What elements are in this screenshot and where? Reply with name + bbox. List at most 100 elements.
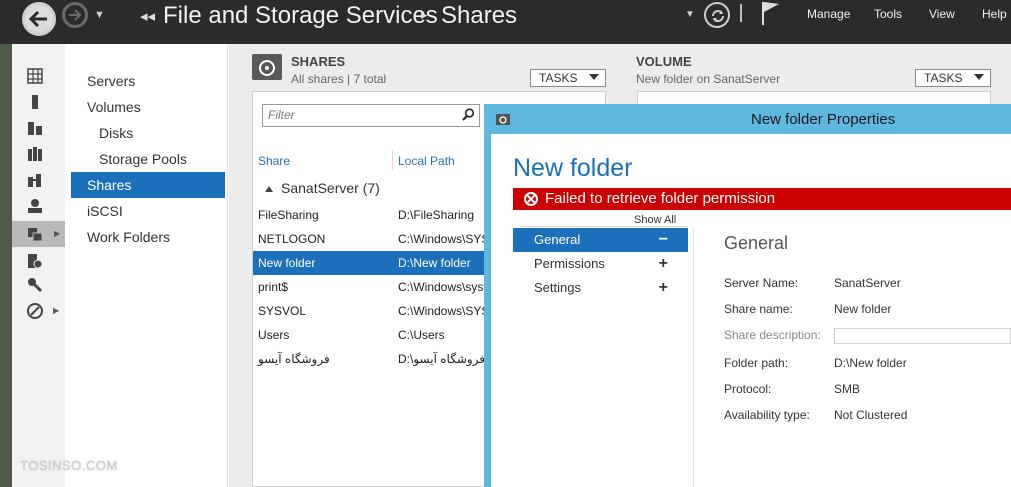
shares-tile-subtitle: All shares | 7 total bbox=[291, 72, 387, 86]
refresh-dropdown-icon[interactable]: ▼ bbox=[685, 9, 695, 20]
share-folder-icon bbox=[259, 60, 275, 76]
back-arrow-icon bbox=[29, 10, 47, 28]
menu-help[interactable]: Help bbox=[982, 7, 1007, 21]
nav-shares[interactable]: Shares bbox=[71, 172, 225, 198]
wsus-icon[interactable] bbox=[27, 303, 43, 319]
local-path-cell: D:\New folder bbox=[398, 256, 471, 270]
share-folder-icon bbox=[496, 114, 510, 125]
filter-input[interactable]: Filter bbox=[262, 104, 480, 127]
volume-tasks-button[interactable]: TASKS bbox=[915, 69, 991, 87]
dialog-title-bar[interactable]: New folder Properties bbox=[491, 104, 1011, 134]
section-settings[interactable]: Settings + bbox=[513, 276, 688, 300]
folder-path-label: Folder path: bbox=[724, 356, 789, 370]
breadcrumb-page: Shares bbox=[441, 2, 518, 29]
divider bbox=[521, 226, 688, 227]
menu-view[interactable]: View bbox=[929, 7, 955, 21]
share-name-label: Share name: bbox=[724, 302, 793, 316]
share-name-cell: FileSharing bbox=[258, 208, 319, 222]
nav-volumes[interactable]: Volumes bbox=[71, 94, 225, 120]
toolbar-divider bbox=[740, 4, 742, 22]
refresh-button[interactable] bbox=[704, 2, 730, 28]
server-group-label: SanatServer (7) bbox=[281, 180, 380, 196]
forward-button[interactable] bbox=[62, 2, 88, 28]
wsus-expand-icon[interactable]: ▶ bbox=[53, 306, 59, 315]
collapse-minus-icon: − bbox=[658, 231, 668, 248]
share-name-cell: SYSVOL bbox=[258, 304, 307, 318]
breadcrumb-back-icon[interactable]: ◂◂ bbox=[140, 7, 155, 25]
ad-ds-icon[interactable] bbox=[27, 146, 43, 162]
nav-iscsi[interactable]: iSCSI bbox=[71, 198, 225, 224]
tools-icon[interactable] bbox=[27, 277, 43, 293]
watermark: TOSINSO.COM bbox=[20, 458, 118, 473]
column-header-share[interactable]: Share bbox=[258, 154, 290, 168]
expand-arrow-icon: ▶ bbox=[54, 229, 61, 238]
share-name-cell: NETLOGON bbox=[258, 232, 326, 246]
tasks-label: TASKS bbox=[539, 71, 578, 85]
file-server-icon[interactable] bbox=[27, 198, 43, 214]
title-bar: ▼ ◂◂ File and Storage Services ▸ Shares … bbox=[0, 0, 1011, 44]
breadcrumb-app[interactable]: File and Storage Services bbox=[163, 2, 438, 30]
pane-divider bbox=[693, 228, 694, 487]
nav-work-folders[interactable]: Work Folders bbox=[71, 224, 225, 250]
local-path-cell: D:\FileSharing bbox=[398, 208, 475, 222]
show-all-link[interactable]: Show All bbox=[634, 214, 676, 226]
menu-tools[interactable]: Tools bbox=[874, 7, 902, 21]
error-banner: Failed to retrieve folder permission bbox=[513, 188, 1011, 210]
navigation-pane: Servers Volumes Disks Storage Pools Shar… bbox=[65, 44, 228, 487]
shares-tasks-button[interactable]: TASKS bbox=[530, 69, 606, 87]
protocol-label: Protocol: bbox=[724, 382, 772, 396]
all-servers-icon[interactable] bbox=[27, 120, 43, 136]
tasks-label: TASKS bbox=[924, 71, 963, 85]
column-divider bbox=[392, 150, 393, 170]
server-group-header[interactable]: SanatServer (7) bbox=[265, 180, 380, 196]
back-button[interactable] bbox=[22, 2, 56, 36]
local-path-cell: C:\Windows\SYS bbox=[398, 232, 490, 246]
section-label: Permissions bbox=[534, 256, 605, 271]
dialog-heading: New folder bbox=[513, 154, 633, 182]
protocol-value: SMB bbox=[834, 382, 861, 396]
history-dropdown-icon[interactable]: ▼ bbox=[94, 9, 105, 21]
search-icon[interactable] bbox=[462, 108, 475, 121]
share-name-cell: Users bbox=[258, 328, 290, 342]
collapse-triangle-icon bbox=[265, 186, 273, 193]
general-section-title: General bbox=[724, 233, 789, 253]
local-path-cell: D:\فروشگاه آیسو bbox=[398, 352, 486, 366]
dashboard-icon[interactable] bbox=[27, 68, 43, 84]
section-label: General bbox=[534, 232, 581, 247]
section-permissions[interactable]: Permissions + bbox=[513, 252, 688, 276]
tasks-caret-icon bbox=[974, 74, 984, 80]
local-path-cell: C:\Windows\syst bbox=[398, 280, 487, 294]
local-path-cell: C:\Users bbox=[398, 328, 445, 342]
nav-disks[interactable]: Disks bbox=[71, 120, 225, 146]
breadcrumb-separator-icon: ▸ bbox=[421, 7, 428, 22]
share-description-field[interactable] bbox=[834, 328, 1011, 344]
file-storage-services-nav[interactable]: ▶ bbox=[12, 221, 65, 247]
error-icon bbox=[524, 192, 538, 206]
availability-type-label: Availability type: bbox=[724, 408, 810, 422]
menu-manage[interactable]: Manage bbox=[807, 7, 850, 21]
dialog-title: New folder Properties bbox=[751, 111, 896, 128]
volume-tile-title: VOLUME bbox=[636, 54, 692, 69]
refresh-icon bbox=[712, 10, 724, 22]
notifications-flag-icon[interactable] bbox=[760, 0, 782, 26]
local-path-cell: C:\Windows\SYS bbox=[398, 304, 490, 318]
share-name-cell: print$ bbox=[258, 280, 289, 294]
tasks-caret-icon bbox=[589, 74, 599, 80]
error-message: Failed to retrieve folder permission bbox=[545, 190, 776, 207]
server-name-label: Server Name: bbox=[724, 276, 799, 290]
dns-icon[interactable] bbox=[27, 172, 43, 188]
shares-tile-icon bbox=[252, 54, 282, 80]
local-server-icon[interactable] bbox=[27, 94, 43, 110]
folder-path-value: D:\New folder bbox=[834, 356, 907, 370]
file-storage-icon bbox=[28, 228, 43, 242]
iis-icon[interactable] bbox=[27, 253, 43, 269]
share-description-label: Share description: bbox=[724, 328, 821, 342]
section-general[interactable]: General − bbox=[513, 228, 688, 252]
expand-plus-icon: + bbox=[658, 279, 668, 296]
nav-servers[interactable]: Servers bbox=[71, 68, 225, 94]
server-name-value: SanatServer bbox=[834, 276, 901, 290]
section-label: Settings bbox=[534, 280, 581, 295]
column-header-local-path[interactable]: Local Path bbox=[398, 154, 455, 168]
availability-type-value: Not Clustered bbox=[834, 408, 908, 422]
nav-storage-pools[interactable]: Storage Pools bbox=[71, 146, 225, 172]
